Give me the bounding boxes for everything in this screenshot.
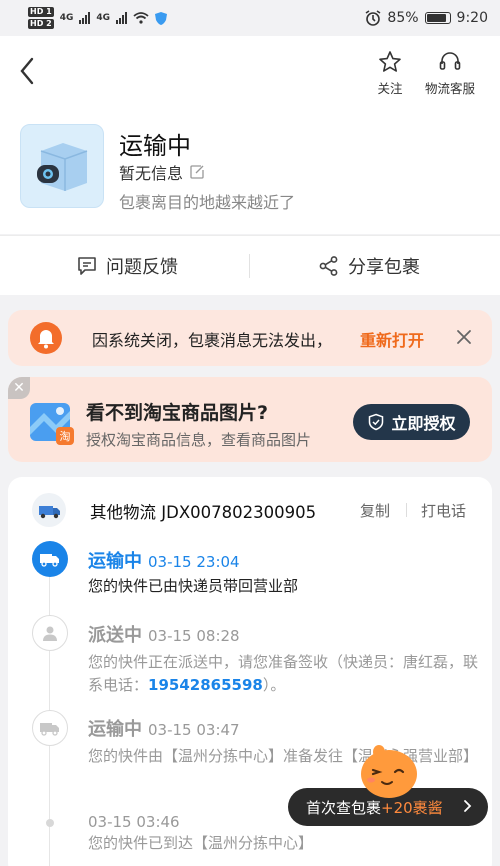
feedback-button[interactable]: 问题反馈 xyxy=(76,236,178,296)
sim2-badge: HD 2 xyxy=(28,19,54,29)
delivery-truck-icon xyxy=(39,506,60,519)
authorization-promo: ✕ 淘 看不到淘宝商品图片? 授权淘宝商品信息，查看商品图片 立即授权 xyxy=(8,377,492,462)
timeline-node-active xyxy=(32,541,68,577)
top-nav: 关注 物流客服 xyxy=(0,36,500,104)
promo-close-button[interactable]: ✕ xyxy=(8,377,30,399)
tracking-event: 派送中 03-15 08:28 您的快件正在派送中，请您准备签收（快递员：唐红磊，… xyxy=(88,621,478,697)
divider xyxy=(406,503,407,517)
event-description: 您的快件已由快递员带回营业部 xyxy=(88,577,299,595)
edit-icon[interactable] xyxy=(189,164,205,180)
message-icon xyxy=(78,257,96,275)
star-icon xyxy=(379,51,401,72)
follow-button[interactable]: 关注 xyxy=(373,50,407,97)
chevron-right-icon xyxy=(464,800,472,812)
status-subtitle-row[interactable]: 暂无信息 xyxy=(119,160,205,184)
event-description: 您的快件已到达【温州分拣中心】 xyxy=(88,834,314,852)
carrier-logo xyxy=(32,493,66,527)
timeline-node xyxy=(32,710,68,746)
notification-banner: 因系统关闭，包裹消息无法发出， 重新打开 xyxy=(8,310,492,366)
map-taobao-icon: 淘 xyxy=(30,403,74,445)
shield-check-icon xyxy=(369,413,384,431)
sim-indicators: HD 1 HD 2 xyxy=(28,6,54,30)
follow-label: 关注 xyxy=(377,81,403,96)
event-time: 03-15 03:47 xyxy=(148,721,240,739)
person-icon xyxy=(43,626,57,641)
network-type-2: 4G xyxy=(96,13,110,23)
event-time: 03-15 03:46 xyxy=(88,813,180,831)
copy-button[interactable]: 复制 xyxy=(360,500,390,521)
call-button[interactable]: 打电话 xyxy=(421,500,466,521)
timeline-node xyxy=(32,615,68,651)
carrier-tracking-number: 其他物流 JDX007802300905 xyxy=(90,503,317,522)
action-divider xyxy=(249,254,250,278)
logistics-service-button[interactable]: 物流客服 xyxy=(420,50,480,97)
bell-icon-wrap xyxy=(30,322,62,354)
action-bar: 问题反馈 分享包裹 xyxy=(0,235,500,295)
authorize-now-button[interactable]: 立即授权 xyxy=(353,404,470,440)
share-label: 分享包裹 xyxy=(348,257,420,278)
battery-percent: 85% xyxy=(387,10,419,26)
alarm-icon xyxy=(365,10,381,26)
status-description: 包裹离目的地越来越近了 xyxy=(119,193,296,212)
wifi-icon xyxy=(133,12,149,24)
taobao-badge: 淘 xyxy=(60,430,71,443)
mascot-icon[interactable] xyxy=(357,742,421,798)
truck-icon xyxy=(40,723,59,736)
share-icon xyxy=(319,256,338,276)
signal-icon xyxy=(116,12,127,24)
sim1-badge: HD 1 xyxy=(28,7,54,17)
status-right: 85% 9:20 xyxy=(365,10,488,26)
package-image xyxy=(20,124,104,208)
service-label: 物流客服 xyxy=(424,81,475,96)
event-status: 派送中 xyxy=(88,625,142,646)
timeline-dot xyxy=(46,819,54,827)
share-package-button[interactable]: 分享包裹 xyxy=(318,236,420,296)
shipment-status: 运输中 暂无信息 包裹离目的地越来越近了 xyxy=(0,104,500,234)
network-type-1: 4G xyxy=(59,13,74,23)
reward-highlight: +20裹酱 xyxy=(381,798,443,817)
event-status: 运输中 xyxy=(88,719,142,740)
reward-text: 首次查包裹 xyxy=(306,798,382,817)
status-subtitle: 暂无信息 xyxy=(119,164,184,183)
promo-title: 看不到淘宝商品图片? xyxy=(86,402,269,424)
truck-icon xyxy=(40,554,59,567)
notice-text: 因系统关闭，包裹消息无法发出， xyxy=(92,331,333,350)
bell-icon xyxy=(38,330,54,349)
close-icon[interactable] xyxy=(454,327,474,347)
tracking-event: 运输中 03-15 23:04 您的快件已由快递员带回营业部 xyxy=(88,547,478,598)
signal-icon xyxy=(79,12,91,24)
event-status: 运输中 xyxy=(88,551,142,572)
headset-icon xyxy=(439,52,461,70)
event-time: 03-15 08:28 xyxy=(148,627,240,645)
feedback-label: 问题反馈 xyxy=(106,257,178,278)
status-left: HD 1 HD 2 4G 4G xyxy=(28,6,167,30)
reopen-notifications-link[interactable]: 重新打开 xyxy=(360,327,424,351)
package-box-icon xyxy=(37,143,88,191)
promo-subtitle: 授权淘宝商品信息，查看商品图片 xyxy=(86,431,312,449)
shield-icon xyxy=(155,11,167,25)
status-title: 运输中 xyxy=(119,132,191,160)
authorize-label: 立即授权 xyxy=(391,414,456,433)
event-description: 您的快件正在派送中，请您准备签收（快递员：唐红磊，联系电话：1954286559… xyxy=(88,651,478,697)
event-time: 03-15 23:04 xyxy=(148,553,240,571)
status-bar: HD 1 HD 2 4G 4G 85% 9:20 xyxy=(0,0,500,36)
clock: 9:20 xyxy=(456,10,488,26)
back-arrow-icon[interactable] xyxy=(14,54,42,88)
event-text-tail: ）。 xyxy=(262,676,286,694)
courier-phone-link[interactable]: 19542865598 xyxy=(148,676,263,694)
battery-icon xyxy=(424,12,451,24)
